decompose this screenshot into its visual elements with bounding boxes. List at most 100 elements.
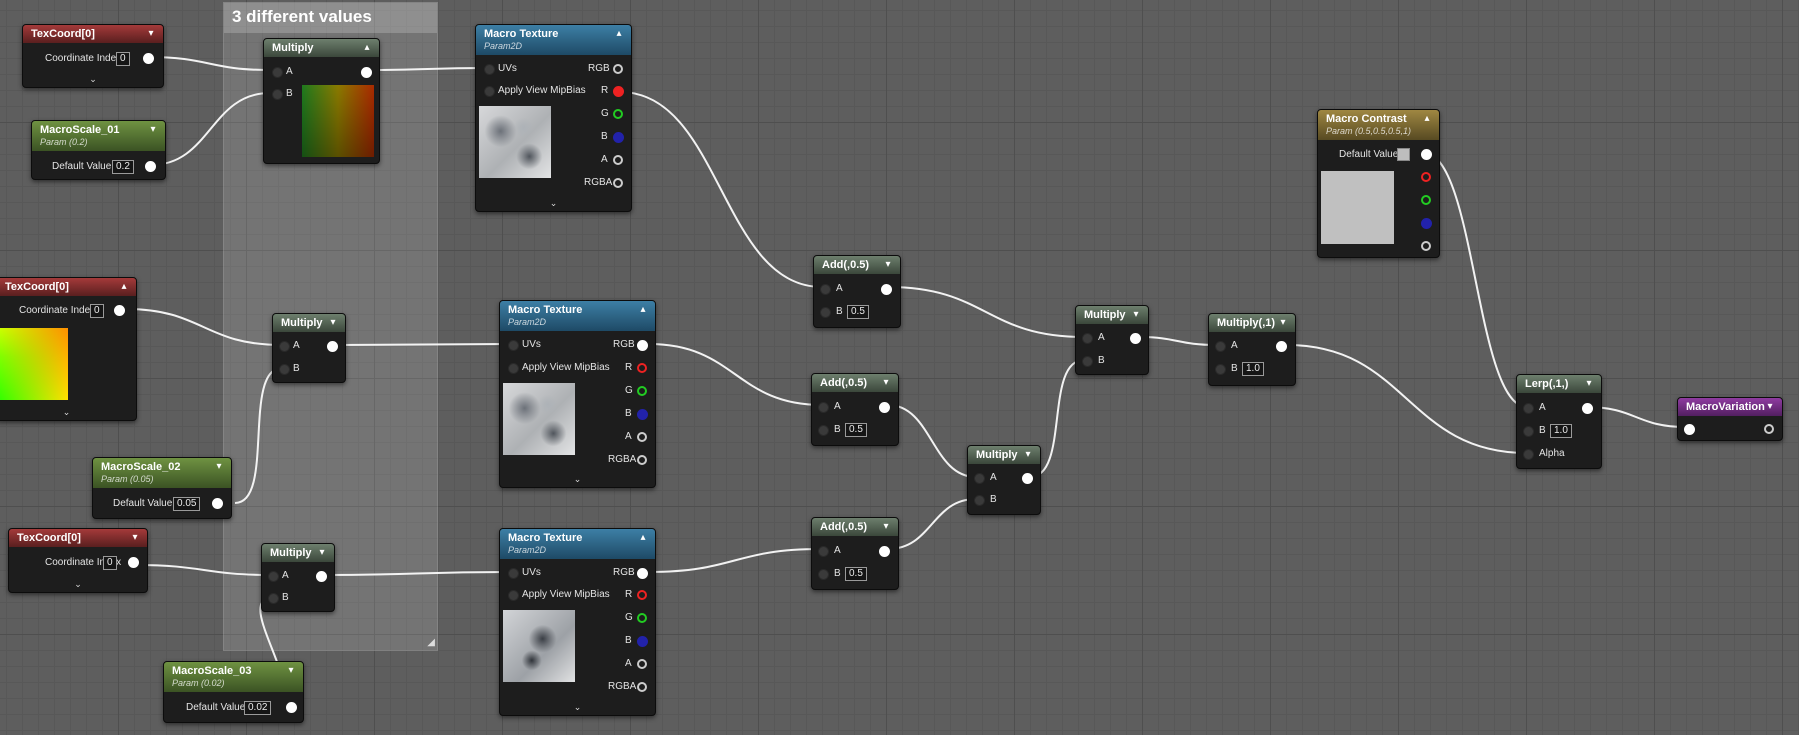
output-pin[interactable] — [879, 546, 890, 557]
input-pin-a[interactable] — [279, 341, 290, 352]
output-pin-b[interactable] — [637, 636, 648, 647]
color-swatch-field[interactable] — [1397, 148, 1410, 161]
chevron-down-icon[interactable]: ▾ — [146, 123, 160, 137]
output-pin-rgb[interactable] — [637, 568, 648, 579]
input-pin-b[interactable] — [1215, 364, 1226, 375]
texcoord-node-1[interactable]: TexCoord[0] ▾ Coordinate Index 0 ⌄ — [22, 24, 164, 88]
output-pin[interactable] — [143, 53, 154, 64]
chevron-down-icon[interactable]: ▾ — [881, 258, 895, 272]
output-pin[interactable] — [879, 402, 890, 413]
input-pin-b[interactable] — [268, 593, 279, 604]
output-pin-rgba[interactable] — [613, 178, 623, 188]
input-pin-a[interactable] — [820, 284, 831, 295]
input-pin-uvs[interactable] — [484, 64, 495, 75]
input-pin-mipbias[interactable] — [508, 590, 519, 601]
multiply-node-6[interactable]: Multiply(,1) ▾ A B 1.0 — [1208, 313, 1296, 386]
coord-index-field[interactable]: 0 — [103, 556, 117, 570]
expand-chevron-icon[interactable]: ⌄ — [89, 74, 97, 85]
chevron-up-icon[interactable]: ▴ — [1420, 112, 1434, 126]
input-pin-a[interactable] — [1523, 403, 1534, 414]
input-pin-mipbias[interactable] — [508, 363, 519, 374]
output-pin-rgba[interactable] — [1421, 149, 1432, 160]
output-pin-r[interactable] — [613, 86, 624, 97]
b-value-field[interactable]: 1.0 — [1550, 424, 1572, 438]
input-pin-b[interactable] — [974, 495, 985, 506]
output-pin[interactable] — [1130, 333, 1141, 344]
multiply-node-2[interactable]: Multiply ▾ A B — [272, 313, 346, 383]
coord-index-field[interactable]: 0 — [116, 52, 130, 66]
output-pin[interactable] — [881, 284, 892, 295]
output-pin-rgb[interactable] — [613, 64, 623, 74]
output-pin-g[interactable] — [637, 613, 647, 623]
scalar-param-node-3[interactable]: MacroScale_03 Param (0.02) ▾ Default Value… — [163, 661, 304, 723]
output-pin[interactable] — [212, 498, 223, 509]
vector-param-node[interactable]: Macro Contrast Param (0.5,0.5,0.5,1) ▴ Def… — [1317, 109, 1440, 258]
output-pin[interactable] — [286, 702, 297, 713]
input-pin-uvs[interactable] — [508, 568, 519, 579]
input-pin-a[interactable] — [974, 473, 985, 484]
output-pin-g[interactable] — [613, 109, 623, 119]
output-pin[interactable] — [114, 305, 125, 316]
b-value-field[interactable]: 0.5 — [847, 305, 869, 319]
named-reroute-node[interactable]: MacroVariation ▾ — [1677, 397, 1783, 441]
texture-node-2[interactable]: Macro Texture Param2D ▴ UVs Apply View Mip… — [499, 300, 656, 488]
input-pin-a[interactable] — [1215, 341, 1226, 352]
output-pin-g[interactable] — [1421, 195, 1431, 205]
chevron-down-icon[interactable]: ▾ — [315, 546, 329, 560]
default-value-field[interactable]: 0.02 — [244, 701, 272, 715]
expand-chevron-icon[interactable]: ⌄ — [550, 198, 558, 209]
texture-node-1[interactable]: Macro Texture Param2D ▴ UVs Apply View Mip… — [475, 24, 632, 212]
chevron-down-icon[interactable]: ▾ — [879, 520, 893, 534]
output-pin-r[interactable] — [637, 363, 647, 373]
add-node-3[interactable]: Add(,0.5) ▾ A B 0.5 — [811, 517, 899, 590]
chevron-down-icon[interactable]: ▾ — [1763, 400, 1777, 414]
expand-chevron-icon[interactable]: ⌄ — [74, 579, 82, 590]
output-pin-r[interactable] — [637, 590, 647, 600]
multiply-node-4[interactable]: Multiply ▾ A B — [967, 445, 1041, 515]
scalar-param-node-2[interactable]: MacroScale_02 Param (0.05) ▾ Default Value… — [92, 457, 232, 519]
output-pin[interactable] — [1022, 473, 1033, 484]
chevron-up-icon[interactable]: ▴ — [612, 27, 626, 41]
resize-handle-icon[interactable]: ◢ — [427, 637, 435, 648]
input-pin-b[interactable] — [1523, 426, 1534, 437]
input-pin-a[interactable] — [818, 546, 829, 557]
output-pin-a[interactable] — [1421, 241, 1431, 251]
texture-node-3[interactable]: Macro Texture Param2D ▴ UVs Apply View Mip… — [499, 528, 656, 716]
output-pin[interactable] — [361, 67, 372, 78]
input-pin-alpha[interactable] — [1523, 449, 1534, 460]
input-pin-b[interactable] — [820, 307, 831, 318]
output-pin[interactable] — [1764, 424, 1774, 434]
input-pin-b[interactable] — [818, 425, 829, 436]
chevron-down-icon[interactable]: ▾ — [1129, 308, 1143, 322]
output-pin-r[interactable] — [1421, 172, 1431, 182]
output-pin-g[interactable] — [637, 386, 647, 396]
input-pin-uvs[interactable] — [508, 340, 519, 351]
output-pin[interactable] — [327, 341, 338, 352]
texcoord-node-2[interactable]: TexCoord[0] ▴ Coordinate Index 0 ⌄ — [0, 277, 137, 421]
b-value-field[interactable]: 0.5 — [845, 567, 867, 581]
input-pin-a[interactable] — [268, 571, 279, 582]
expand-chevron-icon[interactable]: ⌄ — [63, 407, 71, 418]
default-value-field[interactable]: 0.05 — [173, 497, 201, 511]
output-pin-rgb[interactable] — [637, 340, 648, 351]
chevron-up-icon[interactable]: ▴ — [636, 531, 650, 545]
output-pin-b[interactable] — [1421, 218, 1432, 229]
output-pin[interactable] — [1276, 341, 1287, 352]
input-pin-a[interactable] — [1082, 333, 1093, 344]
chevron-down-icon[interactable]: ▾ — [1582, 377, 1596, 391]
chevron-down-icon[interactable]: ▾ — [879, 376, 893, 390]
chevron-down-icon[interactable]: ▾ — [212, 460, 226, 474]
chevron-down-icon[interactable]: ▾ — [128, 531, 142, 545]
multiply-node-1[interactable]: Multiply ▴ A B — [263, 38, 380, 164]
expand-chevron-icon[interactable]: ⌄ — [574, 702, 582, 713]
input-pin-a[interactable] — [818, 402, 829, 413]
output-pin-rgba[interactable] — [637, 682, 647, 692]
input-pin-mipbias[interactable] — [484, 86, 495, 97]
b-value-field[interactable]: 0.5 — [845, 423, 867, 437]
add-node-1[interactable]: Add(,0.5) ▾ A B 0.5 — [813, 255, 901, 328]
input-pin-b[interactable] — [272, 89, 283, 100]
chevron-down-icon[interactable]: ▾ — [144, 27, 158, 41]
b-value-field[interactable]: 1.0 — [1242, 362, 1264, 376]
input-pin-b[interactable] — [818, 569, 829, 580]
output-pin[interactable] — [1582, 403, 1593, 414]
